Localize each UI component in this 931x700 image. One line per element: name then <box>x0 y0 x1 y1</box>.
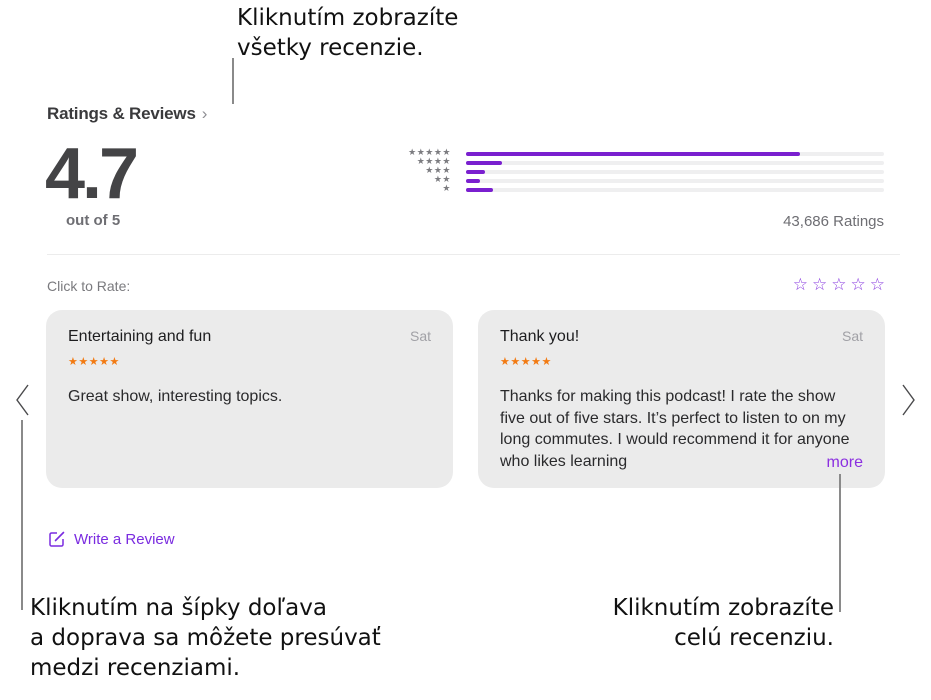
rate-star-3-icon[interactable]: ☆ <box>831 276 846 294</box>
write-review-label: Write a Review <box>74 530 175 548</box>
review-date: Sat <box>409 328 431 344</box>
histogram-row-2: ★★ <box>390 174 885 185</box>
click-to-rate-label: Click to Rate: <box>47 278 131 294</box>
review-card[interactable]: Thank you! Sat ★★★★★ Thanks for making t… <box>478 310 885 488</box>
out-of-label: out of 5 <box>66 212 121 229</box>
rate-stars: ☆ ☆ ☆ ☆ ☆ <box>793 276 885 294</box>
compose-icon <box>49 531 65 547</box>
ratings-reviews-link[interactable]: Ratings & Reviews › <box>47 104 207 124</box>
histogram-bar-2 <box>466 179 480 183</box>
next-review-button[interactable] <box>898 382 920 418</box>
divider <box>47 254 900 255</box>
callout-line-1: Kliknutím zobrazíte <box>612 595 834 621</box>
review-body: Great show, interesting topics. <box>68 388 283 405</box>
review-title: Entertaining and fun <box>68 328 212 345</box>
histogram-track <box>466 170 884 174</box>
rate-star-4-icon[interactable]: ☆ <box>851 276 866 294</box>
star-icons: ★ <box>442 183 451 193</box>
callout-line-1: Kliknutím zobrazíte <box>237 5 459 31</box>
histogram-track <box>466 152 884 156</box>
review-date: Sat <box>841 328 863 344</box>
chevron-left-icon <box>16 384 29 416</box>
rating-histogram: ★★★★★ ★★★★ ★★★ ★★ ★ <box>390 147 885 194</box>
callout-line-1: Kliknutím na šípky doľava <box>30 595 327 621</box>
callout-line-2: všetky recenzie. <box>237 35 424 61</box>
histogram-bar-5 <box>466 152 801 156</box>
ratings-count: 43,686 Ratings <box>783 213 884 230</box>
histogram-bar-3 <box>466 170 485 174</box>
rate-star-2-icon[interactable]: ☆ <box>812 276 827 294</box>
chevron-right-icon: › <box>201 104 208 123</box>
review-title: Thank you! <box>500 328 580 345</box>
histogram-bar-1 <box>466 188 494 192</box>
callout-full-review: Kliknutím zobrazíte celú recenziu. <box>613 593 834 653</box>
text-fade <box>777 451 817 475</box>
callout-line-all-reviews <box>232 58 234 104</box>
previous-review-button[interactable] <box>12 382 34 418</box>
histogram-track <box>466 179 884 183</box>
histogram-row-3: ★★★ <box>390 165 885 176</box>
rate-star-5-icon[interactable]: ☆ <box>870 276 885 294</box>
chevron-right-icon <box>902 384 915 416</box>
histogram-row-5: ★★★★★ <box>390 147 885 158</box>
callout-line-2: a doprava sa môžete presúvať <box>30 625 381 651</box>
average-rating: 4.7 <box>45 134 139 214</box>
histogram-track <box>466 161 884 165</box>
histogram-row-4: ★★★★ <box>390 156 885 167</box>
rate-star-1-icon[interactable]: ☆ <box>793 276 808 294</box>
histogram-bar-4 <box>466 161 502 165</box>
callout-line-3: medzi recenziami. <box>30 655 241 681</box>
review-stars-icon: ★★★★★ <box>68 356 120 368</box>
histogram-row-1: ★ <box>390 183 885 194</box>
review-card[interactable]: Entertaining and fun Sat ★★★★★ Great sho… <box>46 310 453 488</box>
histogram-track <box>466 188 884 192</box>
more-link[interactable]: more <box>827 454 863 472</box>
write-review-button[interactable]: Write a Review <box>48 530 175 548</box>
callout-line-arrows <box>21 420 23 610</box>
callout-line-full-review <box>839 474 841 612</box>
callout-line-2: celú recenziu. <box>674 625 834 651</box>
review-stars-icon: ★★★★★ <box>500 356 552 368</box>
section-title-label: Ratings & Reviews <box>47 104 196 123</box>
callout-all-reviews: Kliknutím zobrazíte všetky recenzie. <box>237 3 458 63</box>
callout-arrows: Kliknutím na šípky doľava a doprava sa m… <box>30 593 381 683</box>
